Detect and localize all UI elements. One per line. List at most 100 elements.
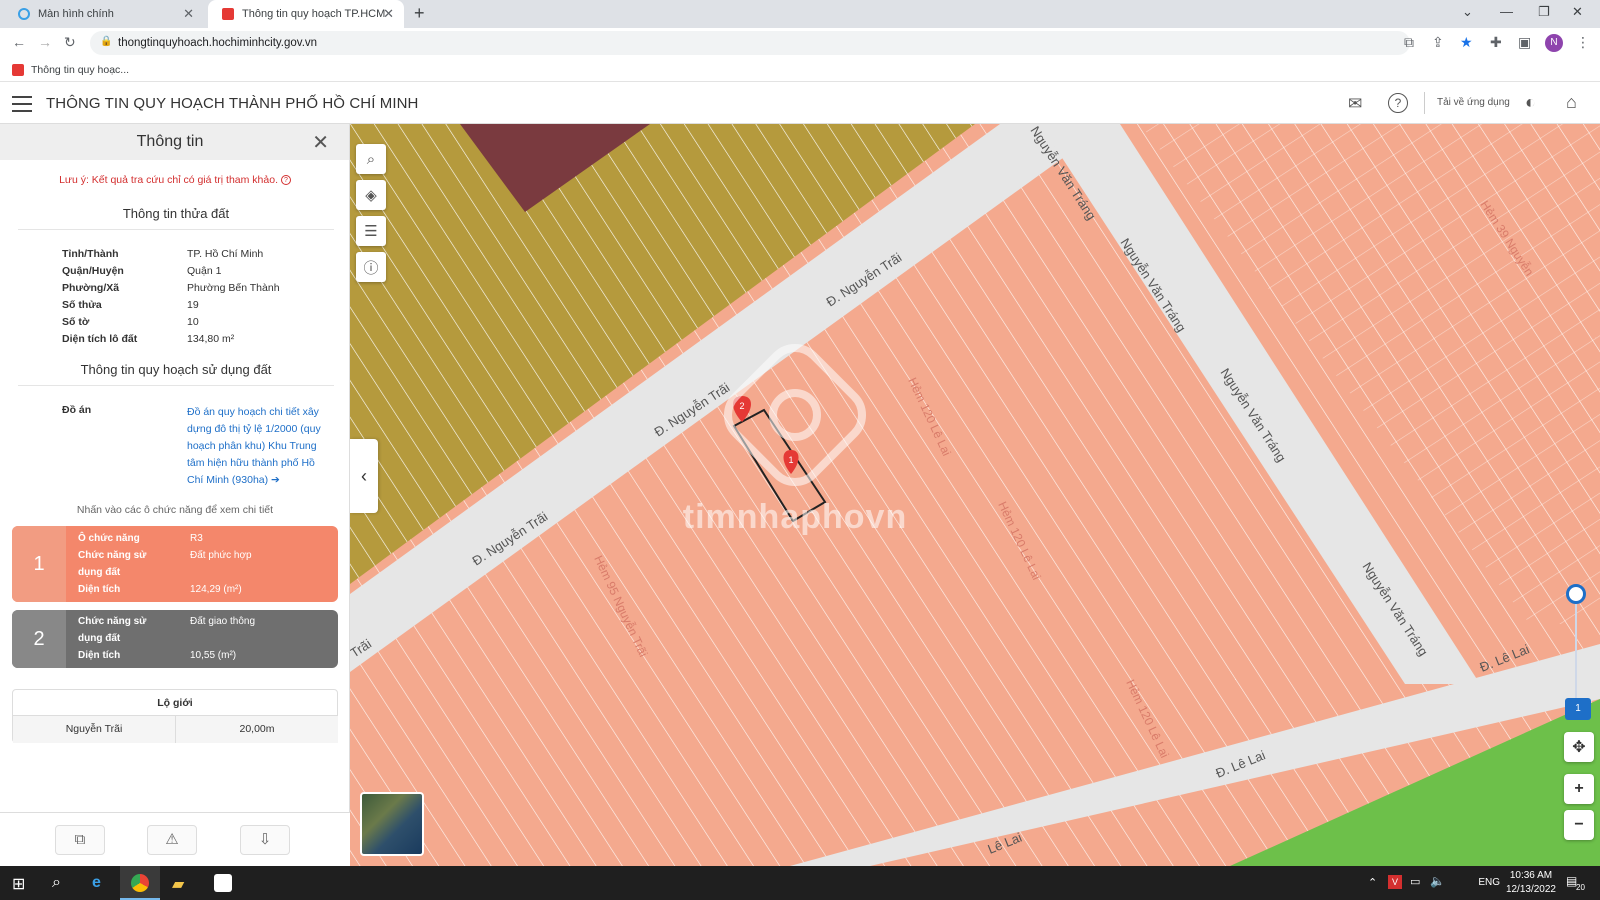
tab-planning[interactable]: Thông tin quy hoạch TP.HCM ✕ bbox=[208, 0, 404, 28]
parcel-value: Phường Bến Thành bbox=[187, 282, 280, 294]
collapse-panel-icon[interactable]: ‹ bbox=[350, 439, 378, 513]
tray-app-icon[interactable]: V bbox=[1388, 875, 1402, 889]
android-icon[interactable]: ⌂ bbox=[1566, 92, 1577, 113]
back-icon[interactable]: ← bbox=[12, 34, 26, 50]
doan-link[interactable]: Đồ án quy hoạch chi tiết xây dựng đô thị… bbox=[187, 404, 332, 489]
notification-count: 20 bbox=[1576, 883, 1585, 892]
side-panel-icon[interactable]: ▣ bbox=[1518, 34, 1531, 51]
parcel-key: Phường/Xã bbox=[62, 282, 120, 294]
search-icon[interactable]: ⌕ bbox=[52, 874, 61, 892]
app-header: THÔNG TIN QUY HOẠCH THÀNH PHỐ HỒ CHÍ MIN… bbox=[0, 84, 1600, 124]
road-name-cell: Nguyễn Trãi bbox=[13, 716, 176, 743]
address-bar[interactable]: 🔒 thongtinquyhoach.hochiminhcity.gov.vn bbox=[90, 31, 1410, 55]
zone-key: Diện tích bbox=[78, 584, 121, 595]
close-tab-icon[interactable]: ✕ bbox=[183, 6, 194, 22]
parcel-value: TP. Hồ Chí Minh bbox=[187, 248, 264, 260]
zoom-in-button[interactable]: + bbox=[1564, 774, 1594, 804]
forward-icon[interactable]: → bbox=[38, 34, 52, 50]
help-icon[interactable]: ? bbox=[1388, 93, 1408, 113]
zone-value: 124,29 (m²) bbox=[190, 584, 242, 595]
road-boundary-table: Lộ giới Nguyễn Trãi 20,00m bbox=[12, 689, 338, 743]
network-icon[interactable]: ▭ bbox=[1410, 875, 1420, 888]
translate-icon[interactable]: ⧉ bbox=[1404, 34, 1414, 51]
parcel-key: Số tờ bbox=[62, 316, 90, 328]
profile-avatar[interactable]: N bbox=[1545, 34, 1563, 52]
download-app-label: Tải về ứng dụng bbox=[1437, 97, 1510, 108]
parcel-value: 10 bbox=[187, 316, 199, 328]
zone-value: Đất phức hợp bbox=[190, 550, 252, 561]
zone-key: Chức năng sử bbox=[78, 616, 147, 627]
warning-icon[interactable]: ⚠ bbox=[147, 825, 197, 855]
zone-key: Diện tích bbox=[78, 650, 121, 661]
bookmark-favicon-icon bbox=[12, 64, 24, 76]
close-tab-icon[interactable]: ✕ bbox=[383, 6, 394, 22]
info-question-icon[interactable]: ? bbox=[280, 175, 291, 186]
panel-header: Thông tin ✕ bbox=[0, 124, 349, 160]
zoom-out-button[interactable]: − bbox=[1564, 810, 1594, 840]
zoom-slider-track[interactable] bbox=[1575, 604, 1577, 698]
bookmark-star-icon[interactable]: ★ bbox=[1460, 34, 1473, 51]
road-boundary-title: Lộ giới bbox=[13, 690, 337, 716]
windows-start-icon[interactable]: ⊞ bbox=[12, 874, 25, 894]
clock[interactable]: 10:36 AM 12/13/2022 bbox=[1506, 869, 1556, 897]
zone-key: Ô chức năng bbox=[78, 533, 140, 544]
zone-card-2[interactable]: 2 Chức năng sử Đất giao thông dụng đất Di… bbox=[12, 610, 338, 668]
restore-icon[interactable]: ❐ bbox=[1538, 4, 1550, 20]
tab-favicon-icon bbox=[222, 8, 234, 20]
file-explorer-icon[interactable]: ▰ bbox=[172, 874, 184, 894]
clock-time: 10:36 AM bbox=[1509, 870, 1553, 881]
parcel-value: Quận 1 bbox=[187, 265, 222, 277]
reload-icon[interactable]: ↻ bbox=[64, 34, 76, 51]
planning-section-title: Thông tin quy hoạch sử dụng đất bbox=[18, 362, 334, 386]
apple-icon[interactable]: ◐ bbox=[1525, 92, 1536, 113]
new-tab-icon[interactable]: + bbox=[414, 3, 425, 24]
zone-hint: Nhấn vào các ô chức năng để xem chi tiết bbox=[76, 504, 274, 516]
compare-icon[interactable]: ⧉ bbox=[55, 825, 105, 855]
parcel-key: Tỉnh/Thành bbox=[62, 248, 119, 260]
tray-chevron-icon[interactable]: ⌃ bbox=[1368, 876, 1377, 889]
zone-value: 10,55 (m²) bbox=[190, 650, 237, 661]
tab-search-icon[interactable]: ⌄ bbox=[1462, 4, 1473, 20]
zone-number: 2 bbox=[12, 610, 66, 668]
satellite-toggle[interactable] bbox=[360, 792, 424, 856]
tab-label: Thông tin quy hoạch TP.HCM bbox=[242, 8, 386, 20]
legend-list-icon[interactable]: ☰ bbox=[356, 216, 386, 246]
zone-key: dụng đất bbox=[78, 633, 121, 644]
doan-label: Đồ án bbox=[62, 404, 92, 416]
close-panel-icon[interactable]: ✕ bbox=[312, 130, 329, 155]
locate-icon[interactable]: ✥ bbox=[1564, 732, 1594, 762]
menu-kebab-icon[interactable]: ⋮ bbox=[1576, 34, 1590, 51]
parcel-value: 19 bbox=[187, 299, 199, 311]
download-icon[interactable]: ⇩ bbox=[240, 825, 290, 855]
minimize-icon[interactable]: — bbox=[1500, 4, 1513, 19]
app-title: THÔNG TIN QUY HOẠCH THÀNH PHỐ HỒ CHÍ MIN… bbox=[46, 95, 419, 112]
clock-date: 12/13/2022 bbox=[1505, 884, 1556, 895]
zone-card-1[interactable]: 1 Ô chức năng R3 Chức năng sử Đất phức hợp… bbox=[12, 526, 338, 602]
share-icon[interactable]: ⇪ bbox=[1432, 34, 1444, 51]
edge-icon[interactable]: e bbox=[92, 874, 101, 892]
os-taskbar: ⊞ ⌕ e ▰ ⌃ V ▭ 🔈 ENG 10:36 AM 12/13/2022 … bbox=[0, 866, 1600, 900]
layers-icon[interactable]: ◈ bbox=[356, 180, 386, 210]
zoom-slider-handle[interactable] bbox=[1566, 584, 1586, 604]
volume-icon[interactable]: 🔈 bbox=[1430, 874, 1445, 888]
input-language[interactable]: ENG bbox=[1478, 877, 1500, 888]
parcel-key: Diện tích lô đất bbox=[62, 333, 138, 345]
browser-tab-bar: Màn hình chính ✕ Thông tin quy hoạch TP.… bbox=[0, 0, 1600, 28]
tab-home[interactable]: Màn hình chính ✕ bbox=[4, 0, 204, 28]
mail-icon[interactable]: ✉ bbox=[1348, 94, 1362, 114]
map-search-icon[interactable]: ⌕ bbox=[356, 144, 386, 174]
info-icon[interactable]: ⓘ bbox=[356, 252, 386, 282]
panel-footer: ⧉ ⚠ ⇩ bbox=[0, 812, 350, 866]
info-panel: Thông tin ✕ Lưu ý: Kết quả tra cứu chỉ c… bbox=[0, 124, 350, 866]
tab-label: Màn hình chính bbox=[38, 8, 114, 20]
hamburger-menu-icon[interactable] bbox=[12, 96, 32, 112]
close-window-icon[interactable]: ✕ bbox=[1572, 4, 1583, 20]
marker-1-label: 1 bbox=[788, 455, 793, 465]
extensions-icon[interactable]: ✚ bbox=[1490, 34, 1502, 51]
map-view[interactable]: 2 1 Đ. Nguyễn Trãi Đ. Nguyễn Trãi Đ. Ngu… bbox=[350, 124, 1600, 866]
header-divider bbox=[1424, 92, 1425, 114]
road-width-cell: 20,00m bbox=[176, 716, 338, 743]
parcel-key: Số thửa bbox=[62, 299, 102, 311]
planning-app-icon[interactable] bbox=[214, 874, 232, 892]
bookmark-item[interactable]: Thông tin quy hoạc... bbox=[31, 64, 129, 76]
